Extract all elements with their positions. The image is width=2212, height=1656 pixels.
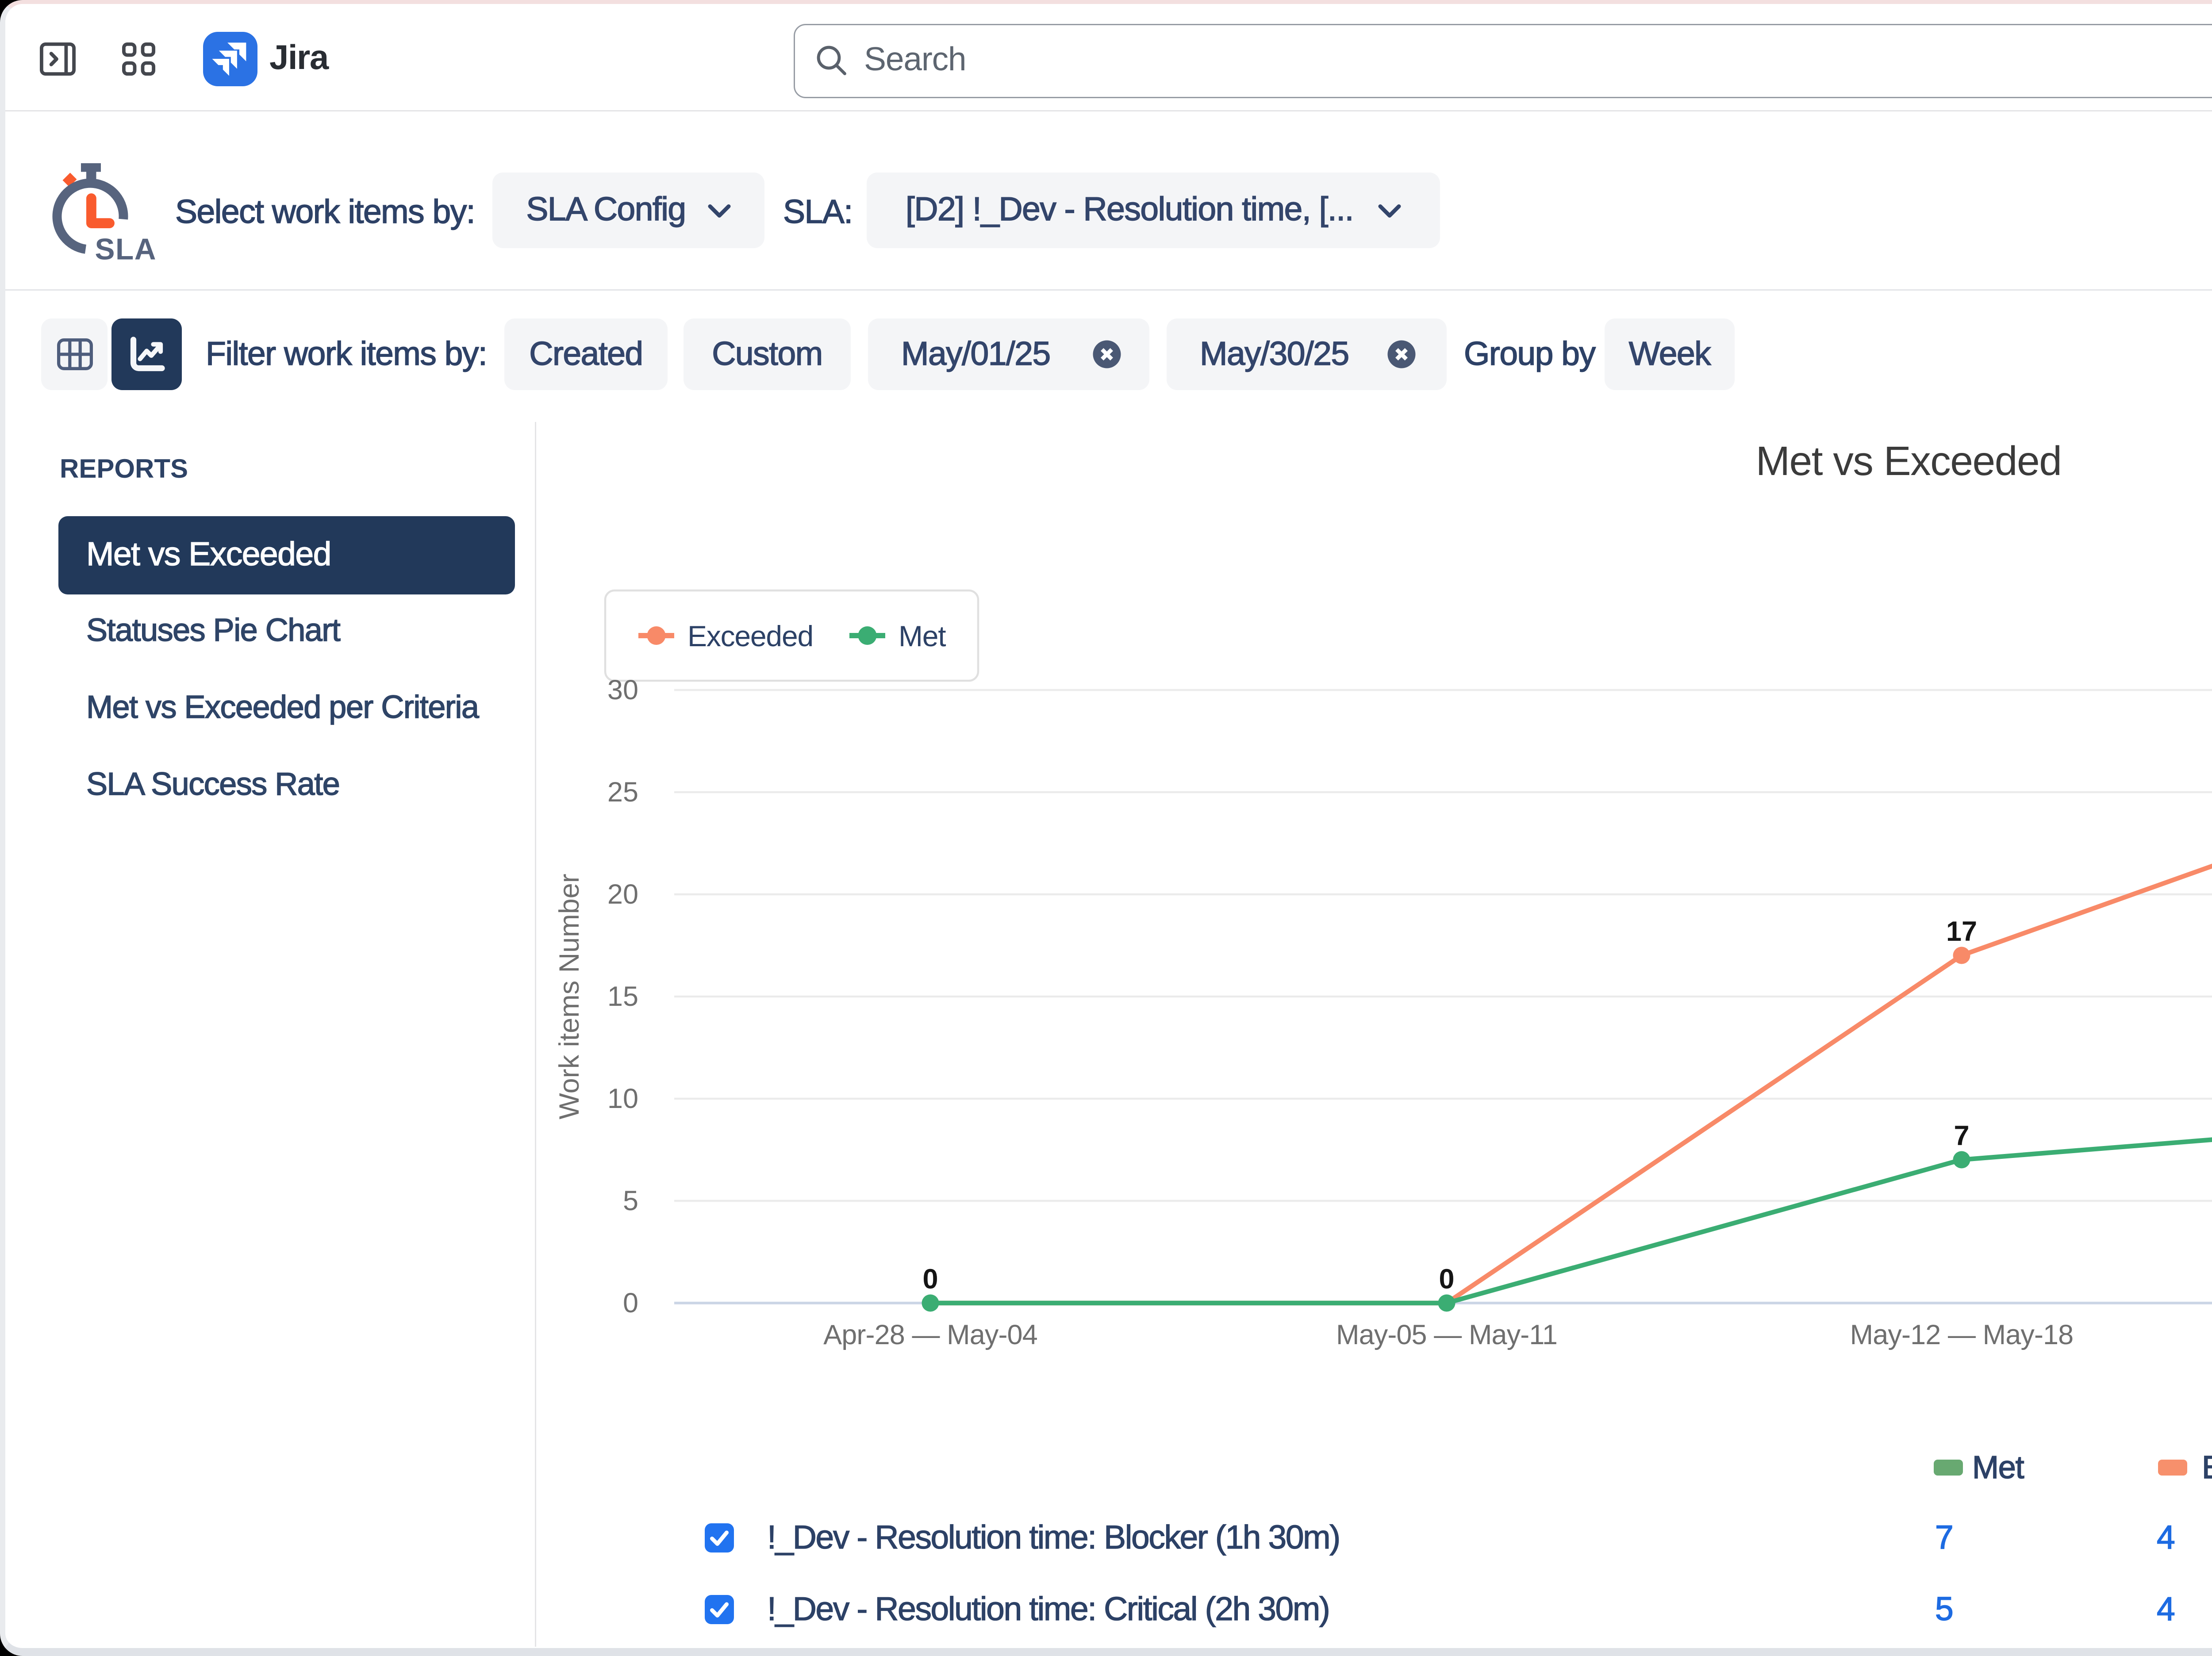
svg-text:Apr-28 — May-04: Apr-28 — May-04 <box>823 1319 1037 1350</box>
svg-text:Exceeded: Exceeded <box>687 620 813 652</box>
svg-text:15: 15 <box>607 981 638 1012</box>
svg-text:Work items Number: Work items Number <box>554 874 585 1119</box>
svg-text:0: 0 <box>922 1264 938 1295</box>
svg-text:May-05 — May-11: May-05 — May-11 <box>1336 1319 1557 1350</box>
svg-text:30: 30 <box>607 675 638 705</box>
svg-text:Met: Met <box>899 620 946 652</box>
svg-text:5: 5 <box>623 1185 638 1216</box>
svg-text:7: 7 <box>1954 1120 1969 1151</box>
svg-text:May-12 — May-18: May-12 — May-18 <box>1850 1319 2074 1350</box>
svg-text:17: 17 <box>1946 916 1977 947</box>
svg-text:SLA: SLA <box>95 233 157 266</box>
svg-text:10: 10 <box>607 1083 638 1114</box>
svg-text:0: 0 <box>623 1288 638 1319</box>
svg-text:Met vs Exceeded: Met vs Exceeded <box>1756 438 2062 484</box>
svg-text:25: 25 <box>607 777 638 808</box>
svg-text:20: 20 <box>607 879 638 910</box>
svg-text:0: 0 <box>1439 1264 1454 1295</box>
